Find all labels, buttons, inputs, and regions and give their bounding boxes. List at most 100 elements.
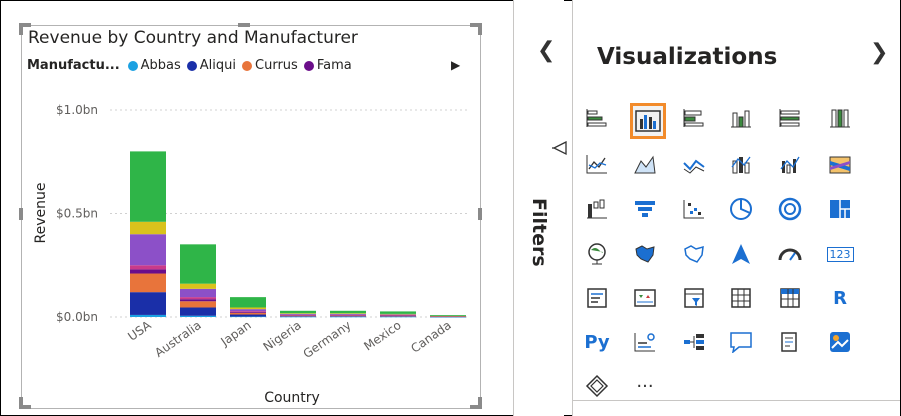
bar-segment [330, 316, 366, 318]
multi-row-card-icon[interactable] [582, 283, 612, 313]
bar-segment [330, 316, 366, 317]
stacked-column-chart-icon[interactable] [726, 103, 756, 133]
bar-segment [230, 309, 266, 312]
bar-segment [280, 316, 316, 317]
clustered-column-chart-icon[interactable] [630, 103, 666, 139]
x-tick-label: Canada [408, 318, 453, 356]
key-influencers-icon[interactable] [630, 327, 660, 357]
filled-map-icon[interactable] [630, 239, 660, 269]
line-chart-icon[interactable] [582, 149, 612, 179]
gauge-icon[interactable] [775, 239, 805, 269]
decomposition-tree-icon[interactable] [679, 327, 709, 357]
100-stacked-column-chart-icon[interactable] [825, 103, 855, 133]
x-tick-label: Nigeria [261, 318, 304, 354]
100-stacked-bar-chart-icon[interactable] [775, 103, 805, 133]
stacked-area-chart-icon[interactable] [679, 149, 709, 179]
bar-segment [430, 315, 466, 317]
y-tick-label: $0.5bn [56, 207, 98, 221]
treemap-icon[interactable] [825, 194, 855, 224]
card-icon[interactable]: 123 [825, 239, 855, 269]
chart-plot: $0.0bn $0.5bn $1.0bn Revenue Country USAAustr… [33, 103, 470, 406]
bar-segment [280, 316, 316, 318]
azure-map-icon[interactable] [726, 239, 756, 269]
filters-label[interactable]: Filters [528, 198, 550, 267]
bar-segment [380, 316, 416, 318]
python-visual-icon[interactable]: Py [582, 327, 612, 357]
line-and-column-chart-icon[interactable] [726, 149, 756, 179]
qa-icon[interactable] [726, 327, 756, 357]
area-chart-icon[interactable] [630, 149, 660, 179]
bar-segment [280, 315, 316, 317]
scatter-chart-icon[interactable] [679, 194, 709, 224]
map-icon[interactable] [582, 239, 612, 269]
table-icon[interactable] [726, 283, 756, 313]
shape-map-icon[interactable] [679, 239, 709, 269]
y-tick-label: $1.0bn [56, 103, 98, 117]
bar-segment [330, 313, 366, 315]
bar-segment [230, 297, 266, 308]
bar-segment [380, 314, 416, 316]
bar-segment [180, 307, 216, 316]
ribbon-chart-icon[interactable] [825, 149, 855, 179]
bar-segment [380, 316, 416, 317]
bar-segment [330, 313, 366, 314]
clustered-bar-chart-icon[interactable] [679, 103, 709, 133]
bar-segment [130, 292, 166, 315]
bar-segment [280, 314, 316, 316]
x-tick-label: Japan [217, 318, 253, 349]
bar-segment [180, 297, 216, 300]
bar-segment [130, 151, 166, 222]
filter-icon [552, 140, 568, 160]
pie-chart-icon[interactable] [726, 194, 756, 224]
chevron-left-icon[interactable]: ❮ [537, 38, 555, 63]
matrix-icon[interactable] [775, 283, 805, 313]
x-axis-label: Country [264, 390, 320, 406]
donut-chart-icon[interactable] [775, 194, 805, 224]
chevron-right-icon[interactable]: ❯ [870, 40, 888, 65]
waterfall-chart-icon[interactable] [582, 194, 612, 224]
bar-segment [130, 314, 166, 317]
bar-segment [430, 315, 466, 316]
smart-narrative-icon[interactable] [775, 327, 805, 357]
bar-segment [230, 311, 266, 313]
bar-segment [280, 313, 316, 315]
r-visual-icon[interactable]: R [825, 283, 855, 313]
bar-segment [330, 315, 366, 317]
bar-segment [380, 313, 416, 315]
bar-segment [230, 307, 266, 310]
bar-segment [130, 269, 166, 274]
bar-segment [280, 310, 316, 314]
x-tick-label: USA [125, 318, 154, 344]
x-tick-label: Australia [152, 318, 204, 360]
line-and-clustered-column-chart-icon[interactable] [775, 149, 805, 179]
pane-bottom-divider [573, 400, 900, 401]
funnel-chart-icon[interactable] [630, 194, 660, 224]
kpi-icon[interactable] [630, 283, 660, 313]
x-tick-label: Mexico [361, 318, 403, 354]
bar-segment [330, 314, 366, 316]
bar-segment [180, 288, 216, 298]
bar-segment [230, 312, 266, 313]
bar-segment [380, 314, 416, 315]
more-visuals-icon[interactable]: ··· [630, 371, 660, 401]
bar-segment [130, 273, 166, 293]
bar-segment [180, 244, 216, 284]
bar-segment [180, 299, 216, 302]
bar-segment [130, 265, 166, 270]
x-tick-label: Germany [301, 318, 354, 361]
bar-segment [180, 301, 216, 308]
visualizations-title: Visualizations [597, 44, 778, 70]
stacked-bar-chart-icon[interactable] [582, 103, 612, 133]
slicer-icon[interactable] [679, 283, 709, 313]
bar-segment [230, 316, 266, 318]
bar-segment [330, 310, 366, 314]
bar-segment [180, 315, 216, 317]
arcgis-map-icon[interactable] [825, 327, 855, 357]
bar-segment [280, 313, 316, 314]
power-apps-icon[interactable] [582, 371, 612, 401]
bar-segment [130, 234, 166, 266]
bar-segment [180, 283, 216, 289]
bar-segment [230, 314, 266, 317]
bar-segment [230, 312, 266, 315]
bar-segment [130, 221, 166, 235]
